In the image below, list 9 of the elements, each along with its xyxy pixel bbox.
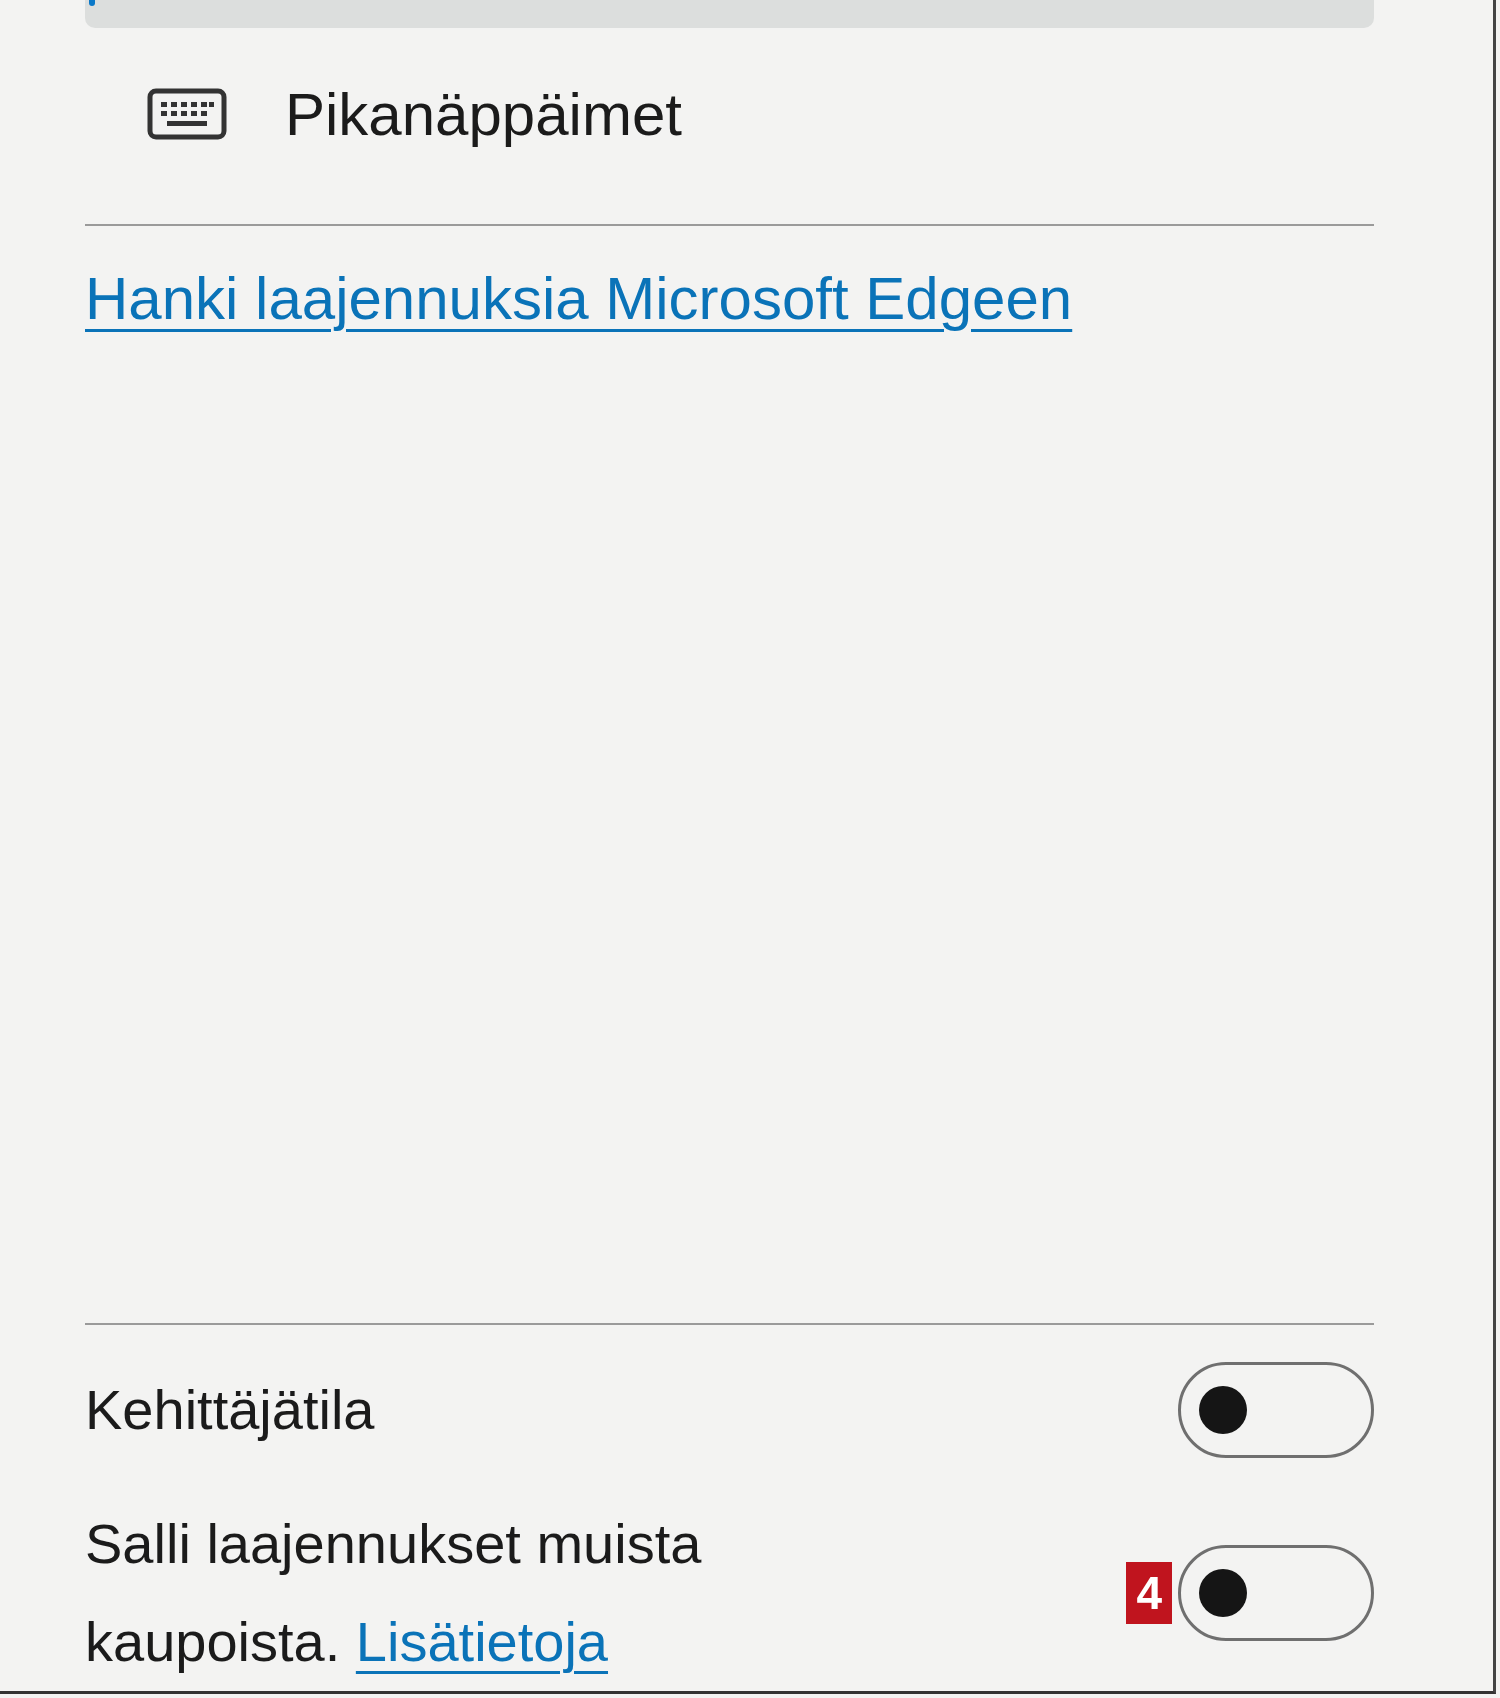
toggle-switch[interactable]	[1178, 1545, 1374, 1641]
keyboard-icon	[147, 88, 227, 140]
number-badge: 4	[1126, 1562, 1172, 1624]
menu-item[interactable]: Pikanäppäimet	[85, 28, 1374, 200]
setting-label: Salli laajennukset muista kaupoista. Lisätietoja	[85, 1511, 703, 1675]
setting-label: Kehittäjätila	[85, 1377, 375, 1443]
learn-more-link[interactable]: Lisätietoja	[355, 1610, 608, 1673]
toggle-switch[interactable]	[1178, 1362, 1374, 1458]
store-link[interactable]: Hanki laajennuksia Microsoft Edgeen	[85, 265, 1073, 332]
